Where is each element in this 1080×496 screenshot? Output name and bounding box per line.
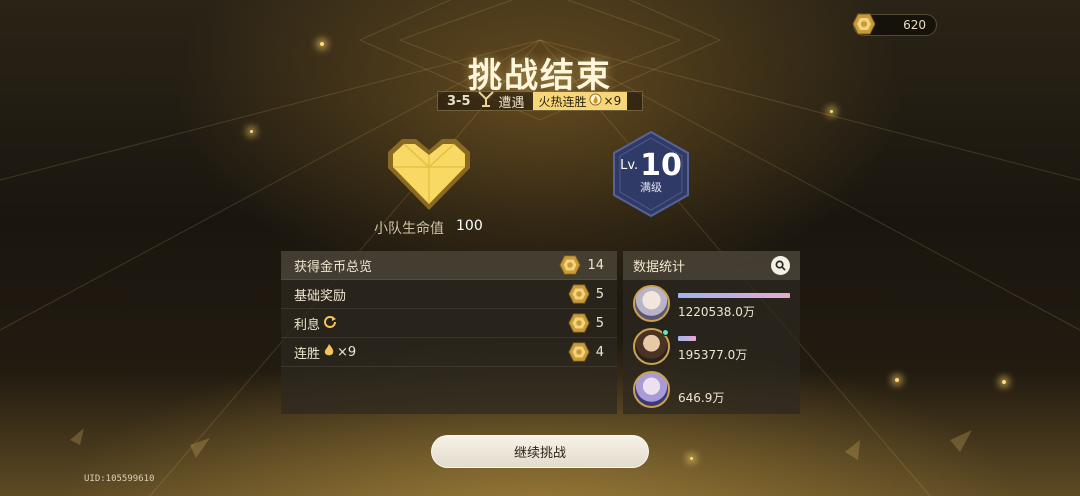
coin-icon xyxy=(568,283,590,305)
avatar xyxy=(633,371,670,408)
status-dot xyxy=(662,329,669,336)
streak-suffix: ×9 xyxy=(337,344,357,360)
sparkle xyxy=(690,457,693,460)
refresh-icon xyxy=(323,314,337,332)
stat-entry[interactable]: 646.9万 xyxy=(633,371,793,411)
stats-header: 数据统计 xyxy=(623,251,800,280)
list-item: 利息 5 xyxy=(281,309,617,338)
coin-icon xyxy=(852,12,876,36)
hot-streak-badge: 火热连胜 ×9 xyxy=(532,92,628,110)
avatar xyxy=(633,285,670,322)
search-icon xyxy=(775,260,786,271)
currency-value: 620 xyxy=(903,18,926,32)
coin-total-value: 14 xyxy=(587,257,604,273)
coin-icon xyxy=(559,254,582,276)
row-value: 5 xyxy=(595,286,604,302)
sparkle xyxy=(250,130,253,133)
list-item: 基础奖励 5 xyxy=(281,280,617,309)
level-value: 10 xyxy=(640,148,682,183)
flame-icon xyxy=(588,93,602,109)
sparkle xyxy=(895,378,899,382)
damage-bar xyxy=(678,336,696,341)
stats-panel: 数据统计 1220538.0万 195377.0万 646.9万 xyxy=(623,251,800,414)
branch-icon xyxy=(477,91,495,111)
stage-info-bar: 3-5 遭遇 火热连胜 ×9 xyxy=(437,91,643,111)
row-value: 5 xyxy=(595,315,604,331)
streak-count: ×9 xyxy=(603,94,622,108)
coin-summary-panel: 获得金币总览 14 基础奖励 5 利息 5 连胜 ×9 4 xyxy=(281,251,617,414)
team-hp-label: 小队生命值 xyxy=(374,221,444,237)
event-type: 遭遇 xyxy=(498,95,525,111)
row-label: 连胜 xyxy=(294,346,321,362)
streak-label: 火热连胜 xyxy=(538,94,587,109)
damage-value: 646.9万 xyxy=(678,391,725,405)
list-item: 连胜 ×9 4 xyxy=(281,338,617,367)
heart-icon xyxy=(388,139,470,210)
stats-title: 数据统计 xyxy=(633,260,686,275)
sparkle xyxy=(830,110,833,113)
row-value: 4 xyxy=(595,344,604,360)
coin-icon xyxy=(568,341,590,363)
row-label: 利息 xyxy=(294,317,321,333)
search-button[interactable] xyxy=(771,256,790,275)
row-label: 基础奖励 xyxy=(294,288,347,304)
coin-icon xyxy=(568,312,590,334)
team-hp-value: 100 xyxy=(456,218,483,234)
damage-value: 1220538.0万 xyxy=(678,305,755,319)
coin-summary-header: 获得金币总览 14 xyxy=(281,251,617,280)
flame-icon xyxy=(323,343,335,361)
coin-summary-title: 获得金币总览 xyxy=(294,259,373,275)
continue-button-label: 继续挑战 xyxy=(513,446,566,461)
stage-number: 3-5 xyxy=(447,93,471,109)
currency-display: 620 xyxy=(852,12,937,36)
damage-value: 195377.0万 xyxy=(678,348,748,362)
sparkle xyxy=(320,42,324,46)
continue-button[interactable]: 继续挑战 xyxy=(431,435,649,468)
user-id: UID:105599610 xyxy=(84,474,155,484)
sparkle xyxy=(1002,380,1006,384)
stat-entry[interactable]: 195377.0万 xyxy=(633,328,793,368)
damage-bar xyxy=(678,293,790,298)
page-title: 挑战结束 xyxy=(468,56,612,96)
stat-entry[interactable]: 1220538.0万 xyxy=(633,285,793,325)
level-text: Lv.10 满级 xyxy=(611,148,691,195)
level-prefix: Lv. xyxy=(620,158,639,173)
